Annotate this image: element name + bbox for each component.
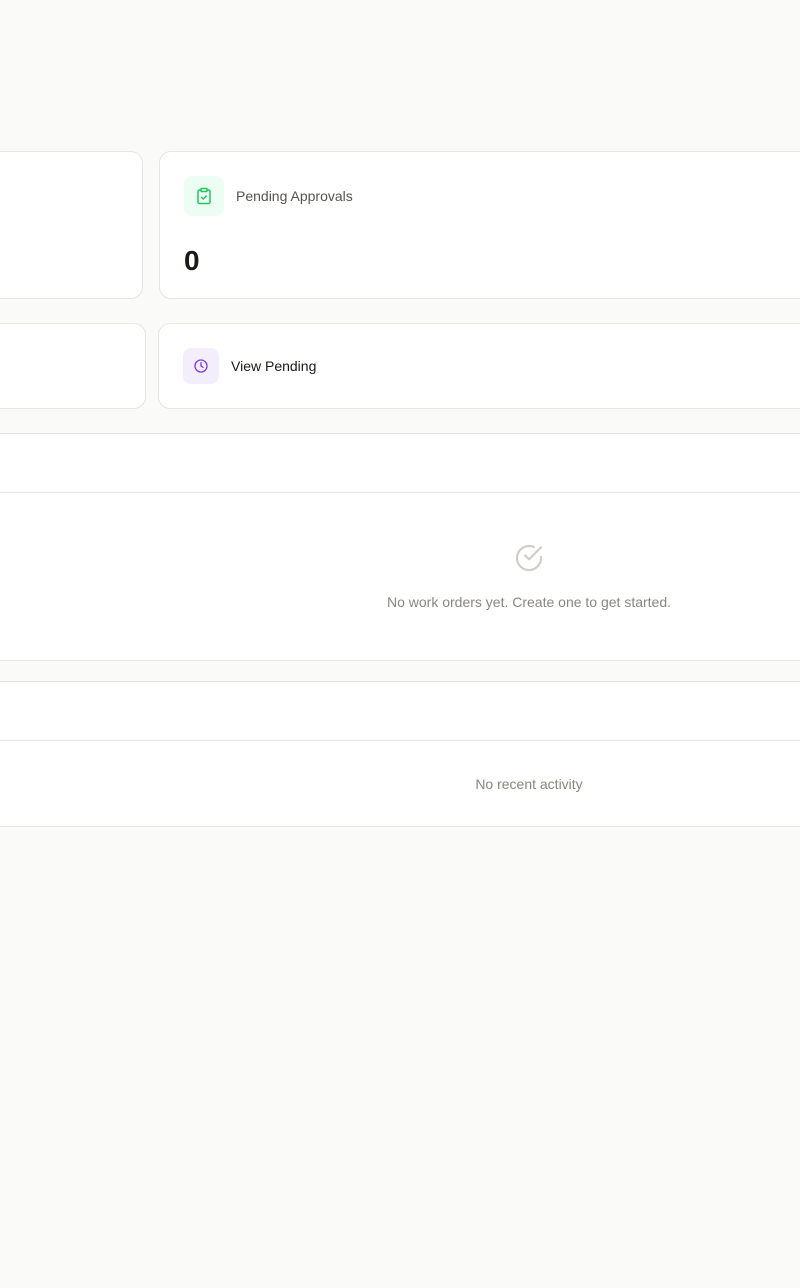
work-orders-empty-message: No work orders yet. Create one to get st…	[386, 594, 672, 610]
view-pending-button[interactable]: View Pending	[158, 323, 800, 409]
stat-value: 0	[184, 245, 200, 276]
stat-card-pending-approvals: Pending Approvals 0	[159, 151, 800, 299]
work-orders-panel: No work orders yet. Create one to get st…	[0, 433, 800, 661]
view-pending-label: View Pending	[231, 358, 317, 374]
stat-card-partial	[0, 151, 143, 299]
clock-icon	[183, 348, 219, 384]
dashboard-page: Pending Approvals 0 View Pending No work…	[0, 0, 800, 1288]
recent-activity-panel: No recent activity	[0, 681, 800, 827]
recent-activity-empty-message: No recent activity	[475, 776, 583, 792]
work-orders-panel-header	[0, 434, 800, 493]
stat-label: Pending Approvals	[236, 188, 353, 204]
quick-action-card-partial[interactable]	[0, 323, 146, 409]
recent-activity-panel-header	[0, 682, 800, 741]
check-circle-icon	[513, 542, 545, 574]
clipboard-check-icon	[184, 176, 224, 216]
